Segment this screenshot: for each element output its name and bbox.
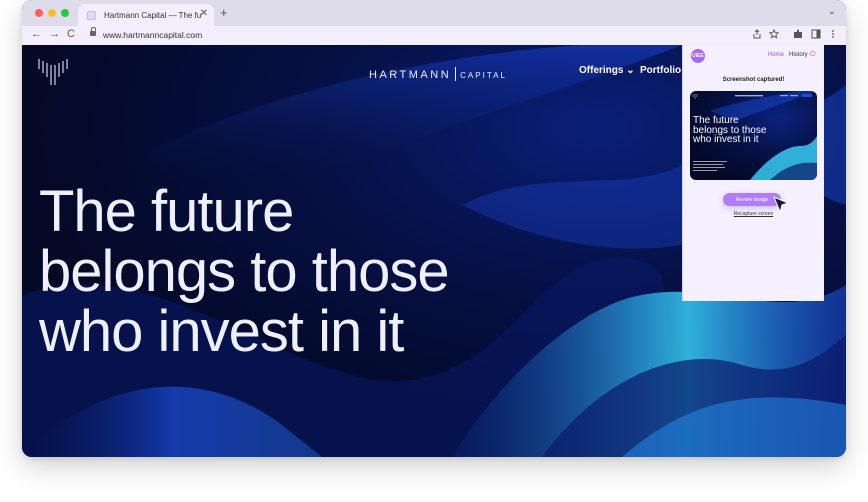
thumbnail-line: who invest in it [693,134,759,145]
popup-nav-history[interactable]: History [789,52,808,58]
popup-nav-home[interactable]: Home [768,52,784,58]
hero-line: who invest in it [39,299,404,364]
brand-suffix: CAPITAL [460,71,507,80]
power-icon[interactable]: ⏻ [810,51,816,59]
tab-close-icon[interactable]: ✕ [200,8,208,19]
back-button[interactable]: ← [31,28,42,40]
share-icon[interactable] [752,29,762,42]
browser-window: Hartmann Capital — The futur ✕ + ⌄ ← → C… [22,0,846,457]
capture-status: Screenshot captured! [722,77,785,83]
extension-popup: UIEE Home History ⏻ Screenshot captured! [682,45,824,301]
browser-toolbar: ← → C www.hartmanncapital.com [22,26,846,46]
tab-search-chevron-icon[interactable]: ⌄ [828,6,836,17]
minimize-window-button[interactable] [48,9,56,17]
sidepanel-icon[interactable] [811,29,821,42]
site-wordmark[interactable]: HARTMANN CAPITAL [369,67,507,81]
recapture-screen-link[interactable]: Recapture screen [683,211,824,217]
chevron-down-icon: ⌄ [626,65,635,76]
hero-headline: The future belongs to those who invest i… [39,179,450,364]
browser-tab[interactable]: Hartmann Capital — The futur ✕ [78,4,214,26]
address-bar[interactable]: www.hartmanncapital.com [103,30,202,40]
menu-icon[interactable] [830,29,836,42]
brand-name: HARTMANN [369,69,452,81]
screenshot-thumbnail[interactable]: The future belongs to those who invest i… [690,91,817,180]
extension-logo: UIEE [691,49,705,63]
new-tab-button[interactable]: + [220,5,228,20]
lock-icon[interactable] [90,27,96,37]
reload-button[interactable]: C [67,28,75,40]
tab-title: Hartmann Capital — The futur [104,10,202,20]
thumbnail-headline: The future belongs to those who invest i… [693,116,766,145]
tab-strip: Hartmann Capital — The futur ✕ + ⌄ [22,0,846,26]
star-icon[interactable] [768,28,780,42]
hartmann-capital-logo[interactable] [36,55,70,89]
close-window-button[interactable] [35,9,43,17]
hero-line: The future [39,179,294,244]
extensions-icon[interactable] [793,29,803,42]
maximize-window-button[interactable] [61,9,69,17]
hero-line: belongs to those [39,239,450,304]
brand-divider [455,67,457,81]
thumbnail-subtext [693,161,727,171]
nav-offerings[interactable]: Offerings ⌄ [579,65,635,76]
nav-portfolio[interactable]: Portfolio [640,65,681,76]
favicon-icon [87,10,96,20]
webpage: HARTMANN CAPITAL Offerings ⌄ Portfolio Th… [22,45,846,457]
forward-button[interactable]: → [49,28,60,40]
nav-offerings-label: Offerings [579,65,624,76]
